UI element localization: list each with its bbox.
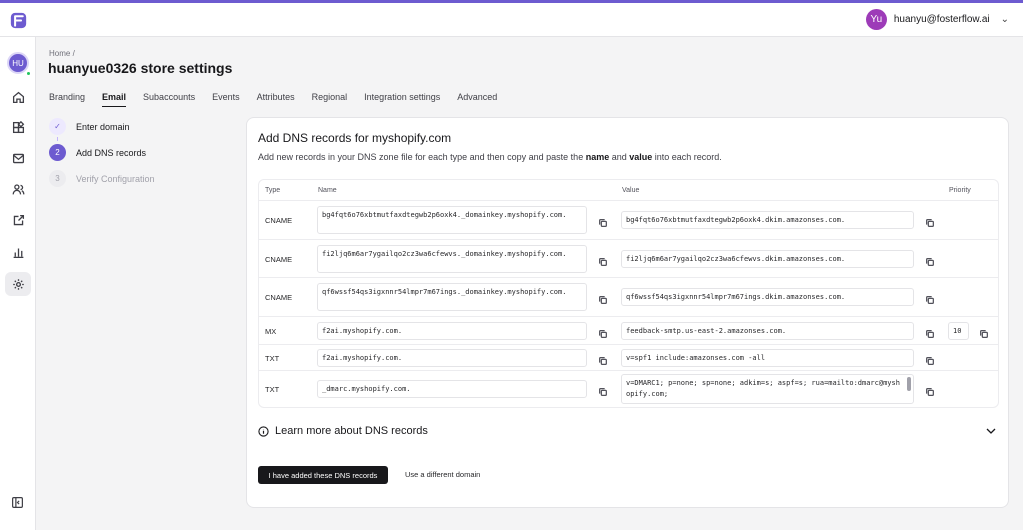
settings-tabs: Branding Email Subaccounts Events Attrib… [49, 92, 514, 107]
workspace-avatar[interactable]: HU [7, 52, 29, 74]
user-menu[interactable]: Yu huanyu@fosterflow.ai ⌄ [865, 9, 1009, 30]
tab-email[interactable]: Email [102, 92, 127, 107]
record-name-field[interactable]: qf6wssf54qs3igxnnr54lmpr7m67ings._domain… [317, 283, 587, 311]
home-icon[interactable] [5, 85, 31, 109]
chevron-down-icon[interactable] [985, 425, 997, 437]
online-status-dot [26, 71, 31, 76]
step-check-icon: ✓ [49, 118, 66, 135]
card-description: Add new records in your DNS zone file fo… [258, 152, 722, 162]
table-row: TXT _dmarc.myshopify.com. v=DMARC1; p=no… [259, 370, 998, 407]
copy-icon[interactable] [598, 326, 608, 338]
learn-more-toggle[interactable]: Learn more about DNS records [258, 425, 428, 437]
users-icon[interactable] [5, 177, 31, 201]
copy-icon[interactable] [598, 353, 608, 365]
step-label: Add DNS records [76, 147, 147, 158]
chevron-down-icon: ⌄ [1000, 14, 1009, 25]
bar-chart-icon[interactable] [5, 240, 31, 264]
confirm-dns-added-button[interactable]: I have added these DNS records [258, 466, 388, 484]
copy-icon[interactable] [979, 326, 989, 338]
card-title: Add DNS records for myshopify.com [258, 131, 452, 145]
step-number: 3 [49, 170, 66, 187]
record-name-field[interactable]: bg4fqt6o76xbtmutfaxdtegwb2p6oxk4._domain… [317, 206, 587, 234]
step-label: Verify Configuration [76, 173, 155, 184]
page-title: huanyue0326 store settings [48, 60, 233, 76]
step-connector [57, 137, 58, 141]
record-type: TXT [265, 385, 280, 394]
record-value-textarea[interactable]: v=DMARC1; p=none; sp=none; adkim=s; aspf… [621, 374, 914, 404]
column-header-priority: Priority [949, 187, 971, 194]
table-row: CNAME qf6wssf54qs3igxnnr54lmpr7m67ings._… [259, 277, 998, 316]
record-value-field[interactable]: v=spf1 include:amazonses.com -all [621, 349, 914, 367]
record-type: TXT [265, 354, 280, 363]
use-different-domain-link[interactable]: Use a different domain [405, 470, 480, 479]
record-type: MX [265, 327, 277, 336]
step-enter-domain[interactable]: ✓ Enter domain [49, 118, 130, 135]
record-name-field[interactable]: fi2ljq6m6ar7ygailqo2cz3wa6cfewvs._domain… [317, 245, 587, 273]
step-label: Enter domain [76, 121, 130, 132]
record-name-field[interactable]: f2ai.myshopify.com. [317, 349, 587, 367]
top-bar: Yu huanyu@fosterflow.ai ⌄ [0, 3, 1023, 37]
user-avatar: Yu [865, 9, 887, 30]
external-share-icon[interactable] [5, 208, 31, 232]
record-value-field[interactable]: bg4fqt6o76xbtmutfaxdtegwb2p6oxk4.dkim.am… [621, 211, 914, 229]
record-value-text: v=DMARC1; p=none; sp=none; adkim=s; aspf… [626, 379, 900, 398]
copy-icon[interactable] [925, 292, 935, 304]
record-value-field[interactable]: qf6wssf54qs3igxnnr54lmpr7m67ings.dkim.am… [621, 288, 914, 306]
user-email: huanyu@fosterflow.ai [893, 14, 990, 25]
column-header-value: Value [622, 187, 640, 194]
record-name-field[interactable]: _dmarc.myshopify.com. [317, 380, 587, 398]
step-verify-configuration[interactable]: 3 Verify Configuration [49, 170, 155, 187]
record-type: CNAME [265, 293, 293, 302]
step-add-dns-records[interactable]: 2 Add DNS records [49, 144, 146, 161]
record-name-field[interactable]: f2ai.myshopify.com. [317, 322, 587, 340]
copy-icon[interactable] [598, 254, 608, 266]
widgets-icon[interactable] [5, 115, 31, 139]
record-type: CNAME [265, 255, 293, 264]
copy-icon[interactable] [598, 384, 608, 396]
copy-icon[interactable] [925, 254, 935, 266]
learn-more-label: Learn more about DNS records [275, 425, 428, 437]
sidebar-rail: HU [0, 37, 36, 530]
textarea-scrollbar[interactable] [907, 377, 911, 391]
mail-icon[interactable] [5, 146, 31, 170]
column-header-type: Type [265, 187, 281, 194]
breadcrumb[interactable]: Home / [49, 49, 75, 58]
tab-subaccounts[interactable]: Subaccounts [143, 92, 195, 107]
copy-icon[interactable] [925, 326, 935, 338]
app-logo[interactable] [10, 12, 27, 29]
tab-attributes[interactable]: Attributes [257, 92, 295, 107]
table-row: TXT f2ai.myshopify.com. v=spf1 include:a… [259, 344, 998, 370]
record-value-field[interactable]: fi2ljq6m6ar7ygailqo2cz3wa6cfewvs.dkim.am… [621, 250, 914, 268]
table-row: CNAME bg4fqt6o76xbtmutfaxdtegwb2p6oxk4._… [259, 200, 998, 239]
record-priority-field[interactable]: 10 [948, 322, 969, 340]
copy-icon[interactable] [925, 353, 935, 365]
table-row: CNAME fi2ljq6m6ar7ygailqo2cz3wa6cfewvs._… [259, 239, 998, 277]
table-row: MX f2ai.myshopify.com. feedback-smtp.us-… [259, 316, 998, 344]
dns-records-card: Add DNS records for myshopify.com Add ne… [246, 117, 1009, 508]
settings-icon[interactable] [5, 272, 31, 296]
copy-icon[interactable] [925, 215, 935, 227]
tab-branding[interactable]: Branding [49, 92, 85, 107]
tab-integration-settings[interactable]: Integration settings [364, 92, 440, 107]
copy-icon[interactable] [598, 292, 608, 304]
column-header-name: Name [318, 187, 337, 194]
copy-icon[interactable] [925, 384, 935, 396]
record-value-field[interactable]: feedback-smtp.us-east-2.amazonses.com. [621, 322, 914, 340]
collapse-sidebar-icon[interactable] [11, 496, 24, 509]
tab-advanced[interactable]: Advanced [457, 92, 497, 107]
copy-icon[interactable] [598, 215, 608, 227]
tab-regional[interactable]: Regional [312, 92, 348, 107]
tab-events[interactable]: Events [212, 92, 240, 107]
info-icon [258, 425, 269, 437]
record-type: CNAME [265, 216, 293, 225]
step-number: 2 [49, 144, 66, 161]
dns-records-table: Type Name Value Priority CNAME bg4fqt6o7… [258, 179, 999, 408]
